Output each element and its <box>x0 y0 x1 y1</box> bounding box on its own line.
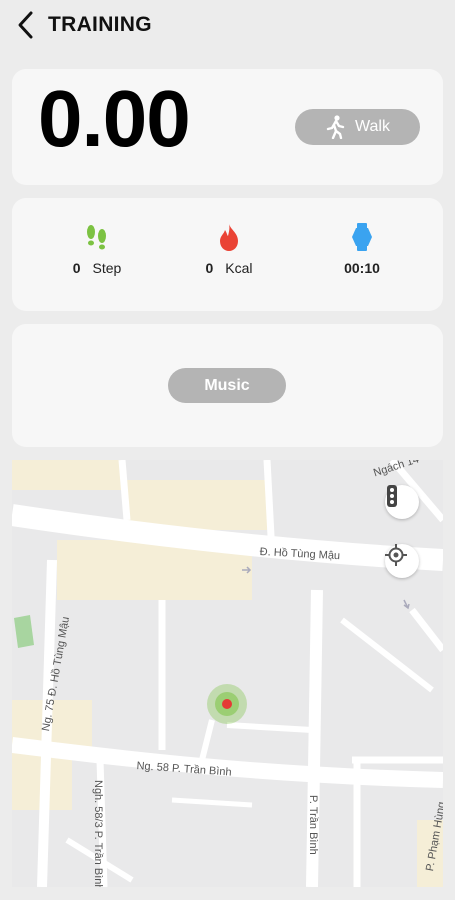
calories-value: 0 <box>205 260 214 276</box>
flame-icon <box>220 224 238 251</box>
street-label: Ngh. 58/3 P. Trần Bình <box>92 780 104 887</box>
watch-icon <box>352 223 372 251</box>
duration-value: 00:10 <box>344 260 380 276</box>
duration-stat: 00:10 <box>297 198 427 310</box>
summary-card: 0.00 Walk <box>12 69 443 185</box>
calories-stat: 0 Kcal <box>164 198 294 310</box>
steps-unit: Step <box>92 260 122 276</box>
calories-unit: Kcal <box>225 260 253 276</box>
header: TRAINING <box>0 0 455 55</box>
walking-person-icon <box>326 115 345 139</box>
map-view[interactable]: Ngách 14 Đ. Hồ Tùng Mậu Ng. 75 Đ. Hồ Tùn… <box>12 460 443 887</box>
walk-mode-label: Walk <box>355 118 390 135</box>
map-roads <box>12 460 443 887</box>
stats-card: 0 Step 0 Kcal 00:10 <box>12 198 443 311</box>
music-card: Music <box>12 324 443 447</box>
crosshair-icon <box>385 544 407 566</box>
steps-stat: 0 Step <box>32 198 162 310</box>
my-location-button[interactable] <box>385 544 419 578</box>
footprints-icon <box>87 225 106 250</box>
walk-mode-button[interactable]: Walk <box>295 109 420 145</box>
steps-value: 0 <box>72 260 81 276</box>
traffic-light-icon <box>387 485 397 507</box>
page-title: TRAINING <box>48 13 152 36</box>
music-button[interactable]: Music <box>168 368 286 403</box>
chevron-left-icon[interactable] <box>14 10 38 40</box>
street-label: P. Trần Bình <box>307 795 319 855</box>
distance-value: 0.00 <box>38 74 191 163</box>
traffic-layer-button[interactable] <box>385 485 419 519</box>
